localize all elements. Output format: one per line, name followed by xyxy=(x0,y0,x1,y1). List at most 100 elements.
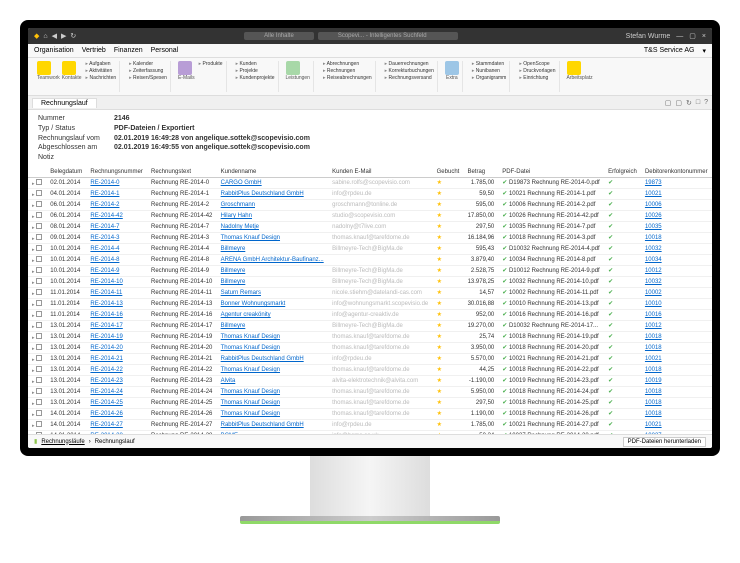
menu-organisation[interactable]: Organisation xyxy=(34,47,74,54)
menu-personal[interactable]: Personal xyxy=(151,47,179,54)
invoice-number-link[interactable]: RE-2014-27 xyxy=(86,419,147,430)
table-row[interactable]: ▸ 06.01.2014RE-2014-2Rechnung RE-2014-2G… xyxy=(28,199,712,210)
tab-action-icon[interactable]: ▢ xyxy=(665,99,672,107)
menu-vertrieb[interactable]: Vertrieb xyxy=(82,47,106,54)
customer-link[interactable]: Billmeyre xyxy=(217,265,328,276)
table-row[interactable]: ▸ 11.01.2014RE-2014-13Rechnung RE-2014-1… xyxy=(28,298,712,309)
ribbon-einrichtung[interactable]: Einrichtung xyxy=(519,75,555,81)
invoice-number-link[interactable]: RE-2014-13 xyxy=(86,298,147,309)
tab-action-icon[interactable]: ↻ xyxy=(686,99,692,107)
invoice-number-link[interactable]: RE-2014-8 xyxy=(86,254,147,265)
customer-link[interactable]: Agentur creakönity xyxy=(217,309,328,320)
invoice-number-link[interactable]: RE-2014-1 xyxy=(86,188,147,199)
ribbon-zeiterfassung[interactable]: Zeiterfassung xyxy=(129,68,167,74)
customer-link[interactable]: Thomas Knauf Design xyxy=(217,342,328,353)
table-row[interactable]: ▸ 10.01.2014RE-2014-4Rechnung RE-2014-4B… xyxy=(28,243,712,254)
invoice-number-link[interactable]: RE-2014-17 xyxy=(86,320,147,331)
row-checkbox[interactable] xyxy=(36,300,42,306)
ribbon-dauerrechnungen[interactable]: Dauerrechnungen xyxy=(385,61,434,67)
breadcrumb[interactable]: Rechnungsläufe xyxy=(41,439,84,445)
ribbon-projekte[interactable]: Projekte xyxy=(236,68,275,74)
column-header[interactable]: Betrag xyxy=(463,167,498,178)
row-checkbox[interactable] xyxy=(36,278,42,284)
debitor-link[interactable]: 10016 xyxy=(641,309,712,320)
tab-action-icon[interactable]: ▢ xyxy=(675,99,682,107)
customer-link[interactable]: Thomas Knauf Design xyxy=(217,397,328,408)
invoice-number-link[interactable]: RE-2014-0 xyxy=(86,177,147,188)
table-row[interactable]: ▸ 10.01.2014RE-2014-8Rechnung RE-2014-8A… xyxy=(28,254,712,265)
ribbon-arbeitsplatz[interactable]: Arbeitsplatz xyxy=(567,75,593,81)
column-header[interactable]: PDF-Datei xyxy=(498,167,604,178)
debitor-link[interactable]: 10019 xyxy=(641,375,712,386)
table-row[interactable]: ▸ 10.01.2014RE-2014-10Rechnung RE-2014-1… xyxy=(28,276,712,287)
ribbon-druckvorlagen[interactable]: Druckvorlagen xyxy=(519,68,555,74)
pdf-link[interactable]: 10018 Rechnung RE-2014-20.pdf xyxy=(509,345,599,351)
chevron-down-icon[interactable]: ▾ xyxy=(702,47,706,55)
customer-link[interactable]: Hilary Hahn xyxy=(217,210,328,221)
ribbon-abrechnungen[interactable]: Abrechnungen xyxy=(323,61,372,67)
ribbon-kunden[interactable]: Kunden xyxy=(236,61,275,67)
debitor-link[interactable]: 10018 xyxy=(641,342,712,353)
invoice-number-link[interactable]: RE-2014-4 xyxy=(86,243,147,254)
customer-link[interactable]: Saturn Remars xyxy=(217,287,328,298)
ribbon-nachrichten[interactable]: Nachrichten xyxy=(86,75,117,81)
pdf-link[interactable]: 10018 Rechnung RE-2014-25.pdf xyxy=(509,400,599,406)
debitor-link[interactable]: 10021 xyxy=(641,188,712,199)
customer-link[interactable]: Thomas Knauf Design xyxy=(217,331,328,342)
ribbon-reisen[interactable]: Reisen/Spesen xyxy=(129,75,167,81)
debitor-link[interactable]: 10018 xyxy=(641,397,712,408)
debitor-link[interactable]: 10018 xyxy=(641,364,712,375)
ribbon-korrektur[interactable]: Korrekturbuchungen xyxy=(385,68,434,74)
pdf-link[interactable]: 10016 Rechnung RE-2014-16.pdf xyxy=(509,312,599,318)
row-checkbox[interactable] xyxy=(36,366,42,372)
column-header[interactable]: Kundenname xyxy=(217,167,328,178)
customer-link[interactable]: Thomas Knauf Design xyxy=(217,408,328,419)
ribbon-extra[interactable]: Extra xyxy=(445,75,459,81)
row-checkbox[interactable] xyxy=(36,234,42,240)
debitor-link[interactable]: 10018 xyxy=(641,331,712,342)
invoice-number-link[interactable]: RE-2014-19 xyxy=(86,331,147,342)
table-row[interactable]: ▸ 13.01.2014RE-2014-20Rechnung RE-2014-2… xyxy=(28,342,712,353)
row-checkbox[interactable] xyxy=(36,289,42,295)
debitor-link[interactable]: 10010 xyxy=(641,298,712,309)
ribbon-produkte[interactable]: Produkte xyxy=(199,61,223,67)
customer-link[interactable]: CARGO GmbH xyxy=(217,177,328,188)
debitor-link[interactable]: 10021 xyxy=(641,353,712,364)
invoice-number-link[interactable]: RE-2014-23 xyxy=(86,375,147,386)
customer-link[interactable]: Thomas Knauf Design xyxy=(217,232,328,243)
row-checkbox[interactable] xyxy=(36,322,42,328)
ribbon-rechnungen[interactable]: Rechnungen xyxy=(323,68,372,74)
table-row[interactable]: ▸ 13.01.2014RE-2014-22Rechnung RE-2014-2… xyxy=(28,364,712,375)
row-checkbox[interactable] xyxy=(36,212,42,218)
chart-icon[interactable]: ▮ xyxy=(34,438,37,445)
column-header[interactable]: Rechnungstext xyxy=(147,167,217,178)
customer-link[interactable]: Billmeyre xyxy=(217,243,328,254)
customer-link[interactable]: RabbitPlus Deutschland GmbH xyxy=(217,188,328,199)
ribbon-aktivitaeten[interactable]: Aktivitäten xyxy=(86,68,117,74)
pdf-link[interactable]: 10034 Rechnung RE-2014-8.pdf xyxy=(509,257,595,263)
row-checkbox[interactable] xyxy=(36,311,42,317)
user-label[interactable]: Stefan Wurme xyxy=(626,33,671,40)
invoice-number-link[interactable]: RE-2014-24 xyxy=(86,386,147,397)
pdf-link[interactable]: 10018 Rechnung RE-2014-19.pdf xyxy=(509,334,599,340)
pdf-link[interactable]: 10018 Rechnung RE-2014-26.pdf xyxy=(509,411,599,417)
ribbon-organigramm[interactable]: Organigramm xyxy=(472,75,506,81)
pdf-link[interactable]: D10032 Rechnung RE-2014-17... xyxy=(509,323,598,329)
row-checkbox[interactable] xyxy=(36,388,42,394)
debitor-link[interactable]: 10032 xyxy=(641,276,712,287)
pdf-link[interactable]: 10018 Rechnung RE-2014-22.pdf xyxy=(509,367,599,373)
debitor-link[interactable]: 10006 xyxy=(641,199,712,210)
invoice-number-link[interactable]: RE-2014-11 xyxy=(86,287,147,298)
table-row[interactable]: ▸ 13.01.2014RE-2014-23Rechnung RE-2014-2… xyxy=(28,375,712,386)
table-row[interactable]: ▸ 14.01.2014RE-2014-26Rechnung RE-2014-2… xyxy=(28,408,712,419)
search-input[interactable]: Scopevi... - Intelligentes Suchfeld xyxy=(318,32,458,40)
minimize-icon[interactable]: — xyxy=(676,33,683,40)
home-icon[interactable]: ⌂ xyxy=(43,33,47,40)
column-header[interactable]: Kunden E-Mail xyxy=(328,167,433,178)
table-row[interactable]: ▸ 13.01.2014RE-2014-21Rechnung RE-2014-2… xyxy=(28,353,712,364)
row-checkbox[interactable] xyxy=(36,421,42,427)
table-row[interactable]: ▸ 04.01.2014RE-2014-1Rechnung RE-2014-1R… xyxy=(28,188,712,199)
table-row[interactable]: ▸ 10.01.2014RE-2014-9Rechnung RE-2014-9B… xyxy=(28,265,712,276)
invoice-number-link[interactable]: RE-2014-20 xyxy=(86,342,147,353)
debitor-link[interactable]: 10032 xyxy=(641,243,712,254)
